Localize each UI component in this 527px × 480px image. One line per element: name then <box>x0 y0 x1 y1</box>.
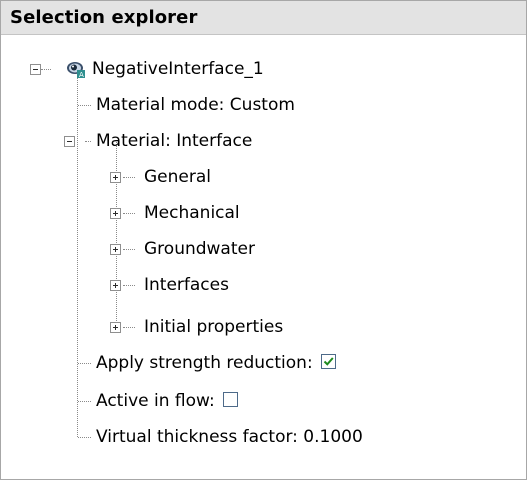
tree-view[interactable]: A NegativeInterface_1 Material mode: Cus… <box>1 35 526 479</box>
tree-connector <box>123 285 135 286</box>
tree-connector <box>116 140 117 327</box>
tree-node-active-in-flow: Active in flow: <box>96 383 238 419</box>
tree-connector <box>41 69 51 70</box>
svg-text:A: A <box>79 71 84 79</box>
tree-connector <box>123 327 135 328</box>
apply-strength-reduction-checkbox[interactable] <box>320 353 336 369</box>
interface-eye-icon: A <box>66 59 86 79</box>
tree-node-apply-strength-reduction: Apply strength reduction: <box>96 345 336 381</box>
expand-general-toggle[interactable] <box>110 172 121 183</box>
tree-node-root[interactable]: NegativeInterface_1 <box>92 51 264 87</box>
panel-title: Selection explorer <box>10 7 198 28</box>
collapse-material-toggle[interactable] <box>64 136 75 147</box>
expand-groundwater-toggle[interactable] <box>110 244 121 255</box>
tree-node-virtual-thickness[interactable]: Virtual thickness factor: 0.1000 <box>96 419 363 455</box>
checkmark-icon <box>323 356 334 366</box>
active-in-flow-checkbox[interactable] <box>222 391 238 407</box>
panel-header: Selection explorer <box>1 1 526 35</box>
expand-initial-properties-toggle[interactable] <box>110 322 121 333</box>
collapse-root-toggle[interactable] <box>30 64 41 75</box>
tree-node-initial-properties[interactable]: Initial properties <box>144 309 283 345</box>
tree-node-material[interactable]: Material: Interface <box>96 123 252 159</box>
selection-explorer-panel: Selection explorer A NegativeInterface_1… <box>0 0 527 480</box>
tree-connector <box>123 177 135 178</box>
tree-connector <box>123 249 135 250</box>
tree-connector <box>78 363 91 364</box>
tree-node-interfaces[interactable]: Interfaces <box>144 267 229 303</box>
tree-node-mechanical[interactable]: Mechanical <box>144 195 240 231</box>
tree-node-groundwater[interactable]: Groundwater <box>144 231 255 267</box>
tree-connector <box>78 105 91 106</box>
expand-interfaces-toggle[interactable] <box>110 280 121 291</box>
tree-node-material-mode[interactable]: Material mode: Custom <box>96 87 295 123</box>
tree-connector <box>78 437 91 438</box>
tree-connector <box>85 141 91 142</box>
tree-connector <box>77 70 78 437</box>
tree-node-general[interactable]: General <box>144 159 211 195</box>
expand-mechanical-toggle[interactable] <box>110 208 121 219</box>
tree-connector <box>78 401 91 402</box>
tree-connector <box>123 213 135 214</box>
